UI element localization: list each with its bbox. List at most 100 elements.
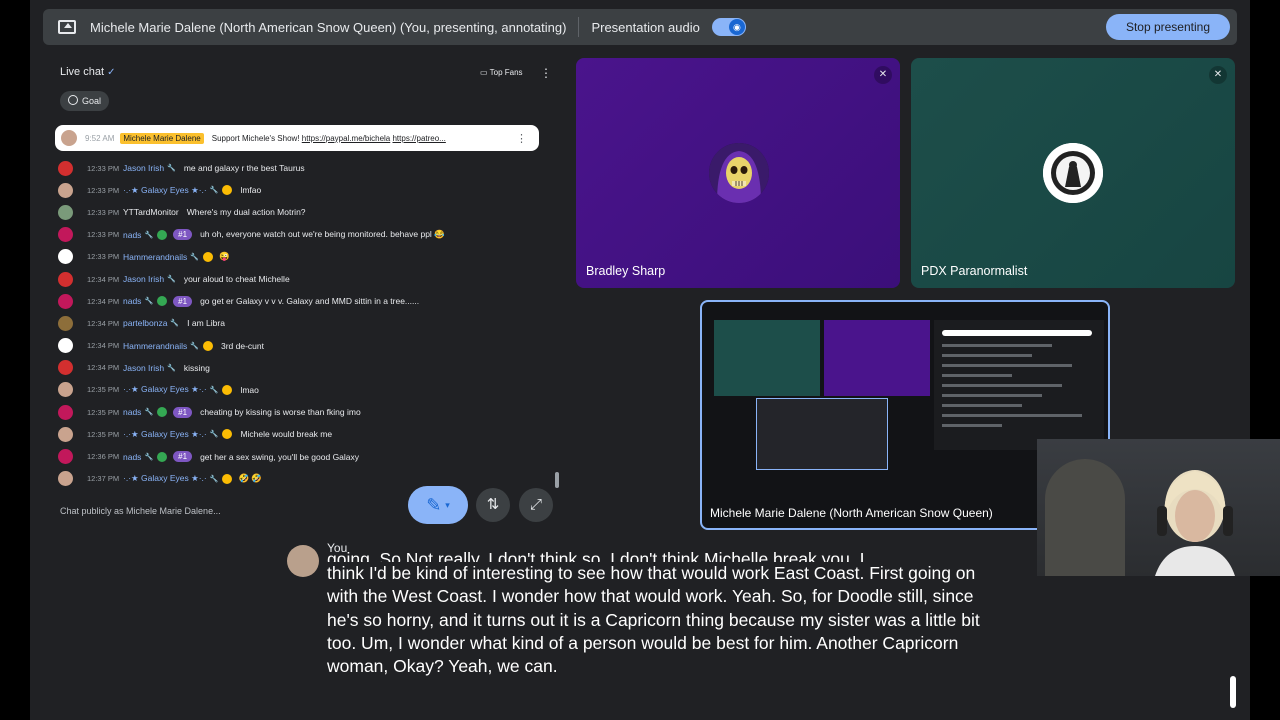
author-name[interactable]: nads	[123, 230, 141, 240]
stop-presenting-button[interactable]: Stop presenting	[1105, 14, 1230, 40]
chat-input[interactable]: Chat publicly as Michele Marie Dalene...	[60, 506, 400, 516]
chat-message[interactable]: 12:33 PM YTTardMonitor Where's my dual act…	[58, 201, 548, 223]
message-time: 12:34 PM	[87, 274, 120, 284]
live-chat-title[interactable]: Live chat ✓	[60, 66, 115, 78]
share-presenter-name: Michele Marie Dalene (North American Sno…	[710, 506, 993, 520]
chat-message[interactable]: 12:35 PM ·.·★ Galaxy Eyes ★·.· 🔧 lmao	[58, 379, 548, 401]
author-name[interactable]: ·.·★ Galaxy Eyes ★·.·	[123, 384, 207, 395]
avatar[interactable]	[58, 204, 73, 220]
avatar[interactable]	[58, 426, 73, 442]
avatar[interactable]	[58, 271, 73, 287]
member-badge-icon	[157, 296, 168, 307]
avatar[interactable]	[58, 182, 73, 198]
chat-message[interactable]: 12:37 PM ·.·★ Galaxy Eyes ★·.· 🔧 🤣 🤣	[58, 468, 548, 490]
right-letterbox	[1250, 0, 1280, 720]
author-name[interactable]: partelbonza	[123, 318, 167, 328]
patreon-link[interactable]: https://patreo...	[392, 134, 445, 143]
chat-message[interactable]: 12:34 PM Jason Irish 🔧 your aloud to cheat …	[58, 268, 548, 290]
author-name[interactable]: nads	[123, 407, 141, 417]
top-fan-rank: #1	[173, 295, 193, 307]
moderator-icon: 🔧	[209, 187, 219, 195]
captions-scrollbar[interactable]	[1230, 676, 1236, 708]
author-name[interactable]: ·.·★ Galaxy Eyes ★·.·	[123, 185, 207, 196]
annotate-pen-button[interactable]: ✎ ▾	[408, 486, 468, 524]
pdx-avatar	[1043, 143, 1103, 203]
avatar[interactable]	[58, 293, 73, 309]
chat-message[interactable]: 12:33 PM Jason Irish 🔧 me and galaxy r the …	[58, 157, 548, 179]
avatar[interactable]	[58, 449, 73, 465]
top-fans-button[interactable]: ▭ Top Fans	[480, 68, 523, 77]
pinned-message[interactable]: 9:52 AM Michele Marie Dalene Support Mic…	[55, 125, 539, 151]
mini-line	[942, 354, 1032, 357]
author-name[interactable]: nads	[123, 452, 141, 462]
mini-line	[942, 394, 1042, 397]
caption-text: think I'd be kind of interesting to see …	[327, 563, 980, 677]
avatar[interactable]	[58, 471, 73, 487]
avatar[interactable]	[58, 382, 73, 398]
author-name[interactable]: Hammerandnails	[123, 341, 187, 351]
message-time: 12:37 PM	[87, 474, 120, 484]
author-name[interactable]: YTTardMonitor	[123, 207, 179, 217]
avatar[interactable]	[58, 315, 73, 331]
avatar[interactable]	[58, 360, 73, 376]
presenter-title: Michele Marie Dalene (North American Sno…	[90, 19, 567, 35]
goal-chip[interactable]: Goal	[60, 91, 110, 111]
presentation-audio-label: Presentation audio	[591, 19, 700, 35]
participant-tile-pdx[interactable]: ✕ PDX Paranormalist	[911, 58, 1235, 288]
message-text: cheating by kissing is worse than fking …	[200, 407, 361, 418]
author-name[interactable]: Hammerandnails	[123, 252, 187, 262]
message-time: 12:33 PM	[87, 230, 120, 240]
moderator-icon: 🔧	[190, 253, 199, 261]
more-options-icon[interactable]: ⋮	[540, 66, 552, 80]
author-name[interactable]: ·.·★ Galaxy Eyes ★·.·	[123, 429, 207, 440]
message-text: your aloud to cheat Michelle	[183, 274, 290, 285]
avatar[interactable]	[58, 249, 73, 265]
message-text: kissing	[183, 362, 210, 373]
chat-message[interactable]: 12:33 PM ·.·★ Galaxy Eyes ★·.· 🔧 lmfao	[58, 179, 548, 201]
message-time: 12:33 PM	[87, 185, 120, 195]
top-fans-label: Top Fans	[489, 68, 523, 77]
author-name[interactable]: ·.·★ Galaxy Eyes ★·.·	[123, 473, 207, 484]
paypal-link[interactable]: https://paypal.me/bichela	[302, 134, 391, 143]
chat-scrollbar[interactable]	[555, 472, 559, 488]
chat-message[interactable]: 12:34 PM Hammerandnails 🔧 3rd de-cunt	[58, 335, 548, 357]
avatar[interactable]	[58, 160, 73, 176]
member-badge-icon	[222, 384, 233, 395]
presentation-audio-toggle[interactable]: ◉	[711, 18, 746, 36]
chat-message[interactable]: 12:33 PM Hammerandnails 🔧 😜	[58, 246, 548, 268]
chat-message[interactable]: 12:36 PM nads 🔧 #1 get her a sex swing, you'…	[58, 445, 548, 467]
mini-chat	[934, 320, 1104, 450]
chat-message[interactable]: 12:34 PM nads 🔧 #1 go get er Galaxy v v v. G…	[58, 290, 548, 312]
recursive-share	[756, 398, 888, 470]
chat-message[interactable]: 12:34 PM partelbonza 🔧 I am Libra	[58, 312, 548, 334]
author-name[interactable]: Jason Irish	[123, 274, 164, 284]
chat-message[interactable]: 12:34 PM Jason Irish 🔧 kissing	[58, 357, 548, 379]
avatar[interactable]	[58, 227, 73, 243]
member-badge-icon	[222, 473, 233, 484]
message-time: 12:35 PM	[87, 429, 120, 439]
message-text: 3rd de-cunt	[220, 340, 264, 351]
pinned-prefix: Support Michele's Show!	[211, 133, 302, 143]
member-badge-icon	[222, 429, 233, 440]
participant-tile-bradley[interactable]: ✕ Bradley Sharp	[576, 58, 900, 288]
pinned-menu-icon[interactable]: ⋮	[516, 132, 527, 145]
emoji: 😜	[218, 251, 230, 262]
chat-message[interactable]: 12:35 PM nads 🔧 #1 cheating by kissing is wo…	[58, 401, 548, 423]
avatar[interactable]	[58, 338, 73, 354]
message-text: Where's my dual action Motrin?	[186, 207, 306, 218]
moderator-icon: 🔧	[167, 364, 176, 372]
top-fan-rank: #1	[173, 406, 193, 418]
move-toolbar-button[interactable]: ⇅	[476, 488, 510, 522]
author-name[interactable]: Jason Irish	[123, 163, 164, 173]
chat-message[interactable]: 12:35 PM ·.·★ Galaxy Eyes ★·.· 🔧 Michele wo…	[58, 423, 548, 445]
message-text: Michele would break me	[240, 429, 333, 440]
author-name[interactable]: nads	[123, 296, 141, 306]
author-name[interactable]: Jason Irish	[123, 363, 164, 373]
member-badge-icon	[202, 251, 213, 262]
expand-button[interactable]: ⤢	[519, 488, 553, 522]
moderator-icon: 🔧	[190, 342, 199, 350]
chevron-down-icon: ✓	[107, 67, 116, 78]
avatar[interactable]	[58, 404, 73, 420]
chat-message[interactable]: 12:33 PM nads 🔧 #1 uh oh, everyone watch out…	[58, 224, 548, 246]
message-text: me and galaxy r the best Taurus	[183, 163, 305, 174]
